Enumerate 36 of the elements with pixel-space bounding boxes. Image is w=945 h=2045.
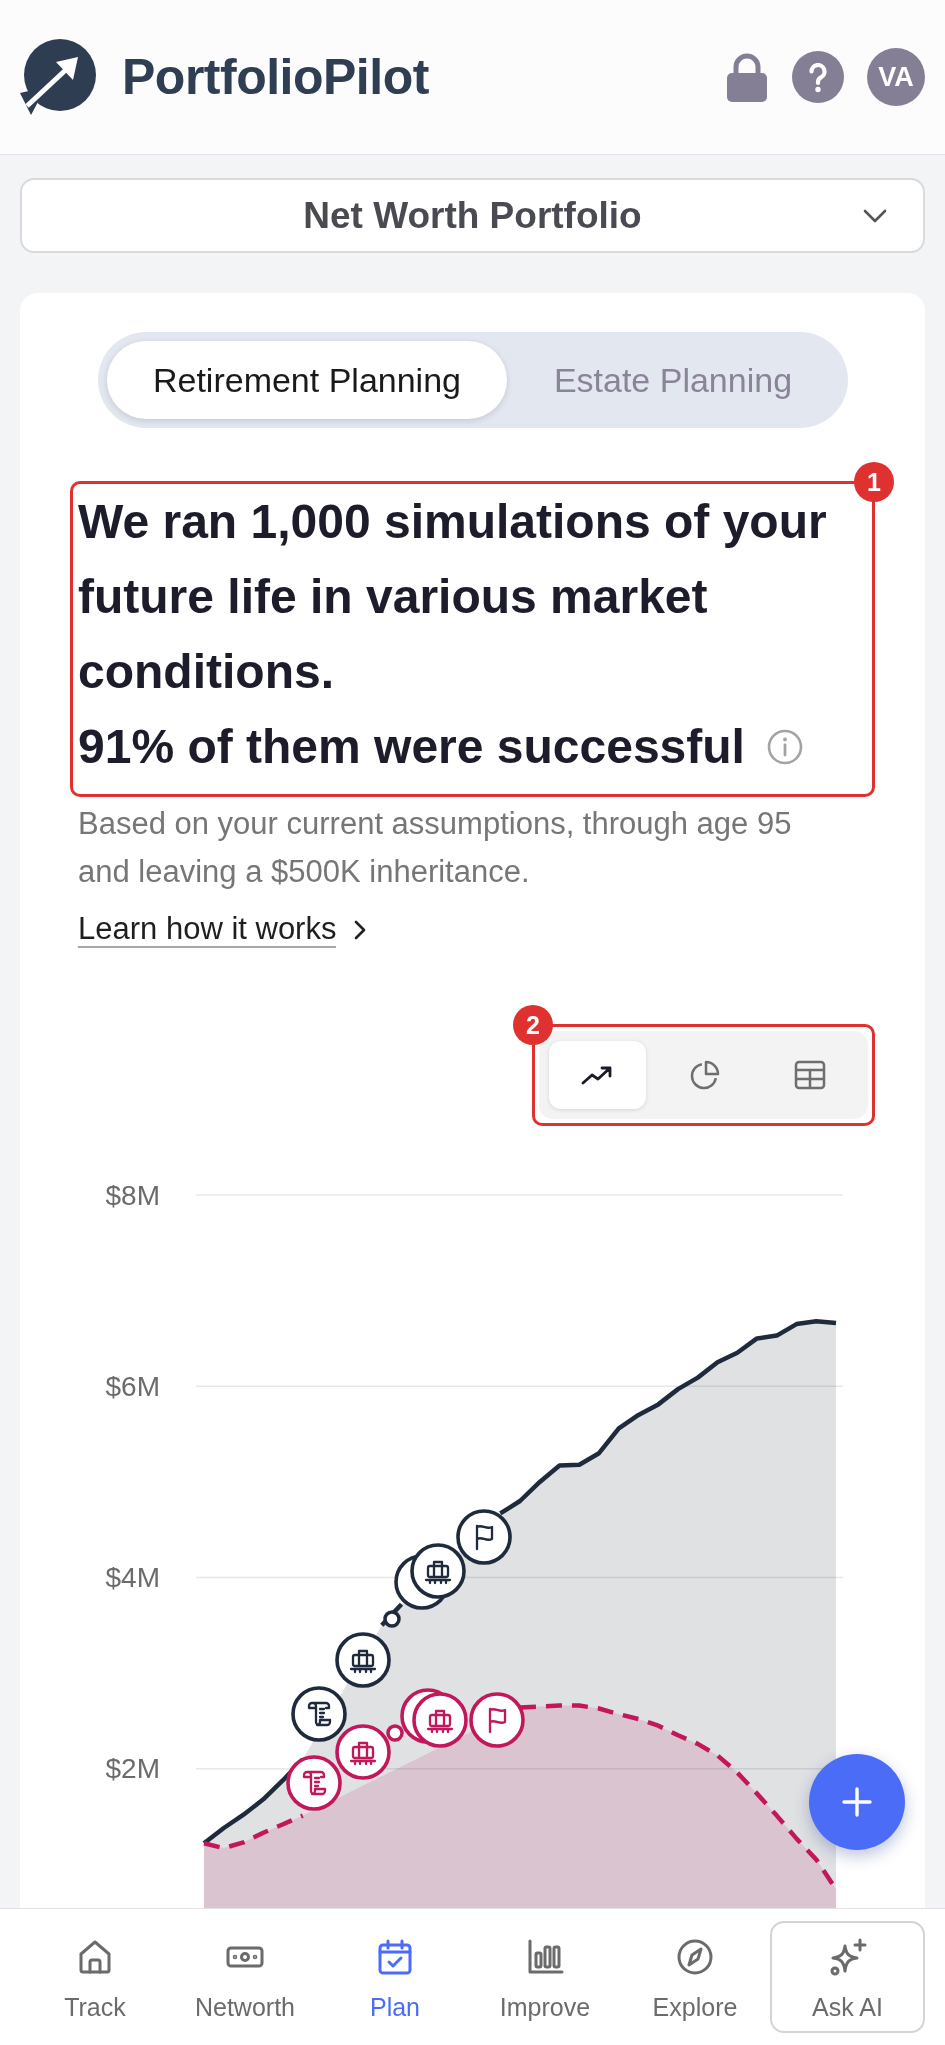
brand-name[interactable]: PortfolioPilot [122, 48, 429, 106]
result-text: 91% of them were successful [78, 719, 745, 774]
planning-tab[interactable]: Retirement Planning [106, 341, 508, 419]
ask-ai-button[interactable]: Ask AI [770, 1921, 925, 2033]
y-axis-label: $2M [105, 1753, 160, 1785]
chevron-right-icon[interactable] [354, 920, 367, 940]
flag-icon[interactable] [456, 1509, 512, 1565]
annotation-badge: 2 [513, 1005, 553, 1045]
nav-tab[interactable]: Plan [320, 1909, 470, 2045]
scroll-icon[interactable] [291, 1686, 347, 1742]
nav-tab[interactable]: Networth [170, 1909, 320, 2045]
line-view-button[interactable] [549, 1041, 646, 1109]
suitcase-icon[interactable] [335, 1632, 391, 1688]
logo-icon[interactable] [18, 37, 98, 117]
help-icon[interactable] [792, 51, 844, 103]
annotation-badge: 1 [854, 462, 894, 502]
assumptions-note: Based on your current assumptions, through age 95 and leaving a $500K inheritance. [78, 805, 793, 891]
planning-tab[interactable]: Estate Planning [507, 341, 839, 419]
nav-tab[interactable]: Improve [470, 1909, 620, 2045]
lock-icon[interactable] [725, 52, 769, 102]
chevron-down-icon [863, 208, 887, 223]
y-axis-label: $8M [105, 1179, 160, 1211]
dot-marker-icon[interactable] [386, 1724, 404, 1742]
user-avatar[interactable]: VA [867, 48, 925, 106]
table-icon [793, 1060, 826, 1090]
plus-icon [842, 1787, 872, 1817]
portfolio-dropdown[interactable]: Net Worth Portfolio [20, 178, 925, 253]
stacked-suitcase-icon[interactable] [394, 1543, 466, 1610]
y-axis-label: $4M [105, 1562, 160, 1593]
y-axis-label: $6M [105, 1370, 160, 1402]
dot-marker-icon[interactable] [383, 1610, 401, 1628]
nav-tab[interactable]: Explore [620, 1909, 770, 2045]
headline-text: We ran 1,000 simulations of your future life in various market conditions. [78, 494, 828, 700]
learn-link[interactable]: Learn how it works [78, 912, 337, 948]
nav-tab[interactable]: Track [20, 1909, 170, 2045]
compass-icon [675, 1937, 715, 1977]
